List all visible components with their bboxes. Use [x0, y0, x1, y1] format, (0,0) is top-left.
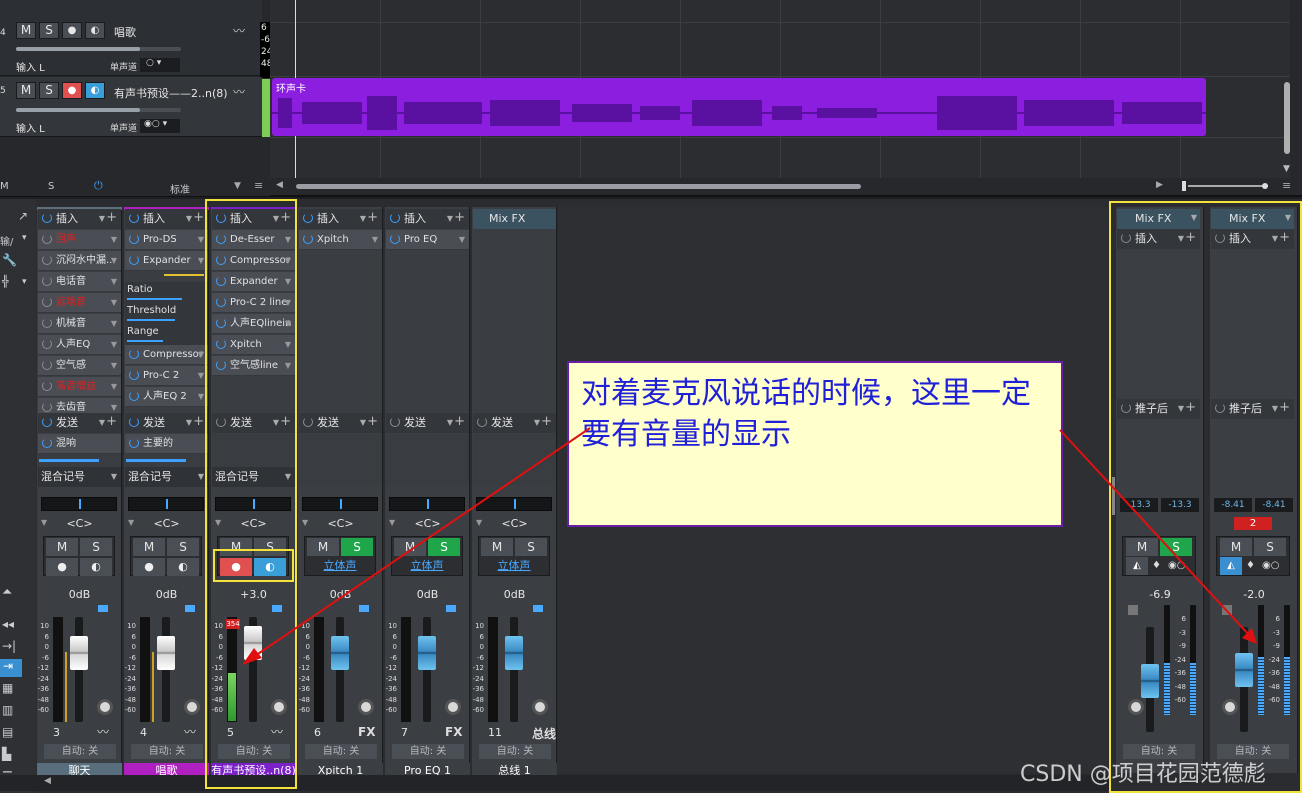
watermark: CSDN @项目花园范德彪 [1020, 762, 1266, 787]
chevron-down-icon[interactable]: ▼ [1285, 213, 1291, 222]
chevron-down-icon[interactable]: ▼ [1191, 213, 1197, 222]
annotation-arrows [242, 427, 1257, 665]
